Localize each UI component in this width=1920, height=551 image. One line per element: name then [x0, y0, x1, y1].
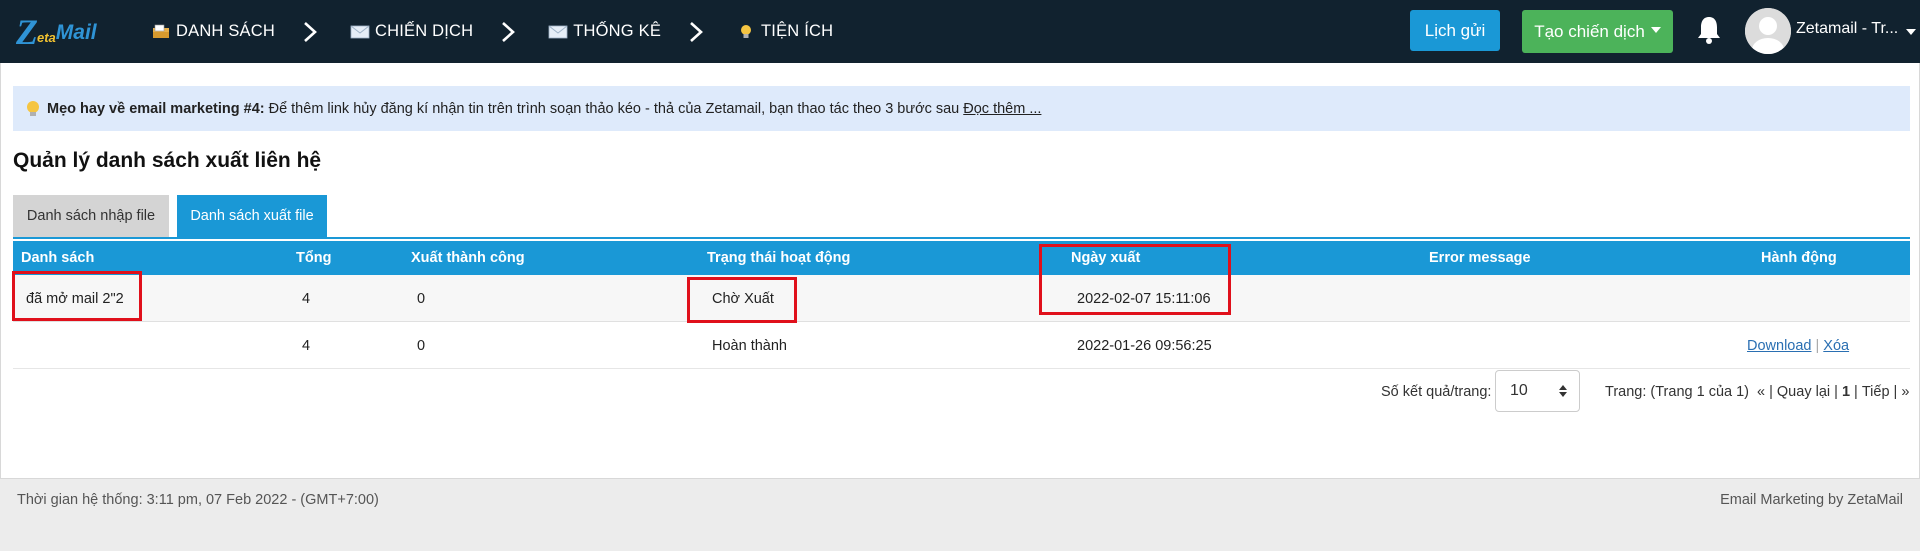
cell-success: 0 [417, 290, 426, 307]
nav-thong-ke-label: THỐNG KÊ [573, 22, 662, 40]
col-header-success: Xuất thành công [411, 250, 525, 266]
tip-text: Để thêm link hủy đăng kí nhận tin trên t… [268, 100, 960, 117]
page-title: Quản lý danh sách xuất liên hệ [13, 149, 322, 172]
list-folder-icon [153, 24, 169, 38]
schedule-button[interactable]: Lịch gửi [1410, 10, 1500, 51]
col-header-list: Danh sách [21, 250, 95, 266]
main-nav: DANH SÁCH CHIẾN DỊCH THỐNG KÊ TIỆN ÍCH [151, 0, 833, 63]
nav-thong-ke[interactable]: THỐNG KÊ [548, 22, 661, 41]
content-panel: Mẹo hay về email marketing #4: Để thêm l… [0, 63, 1920, 479]
highlight-box-list [12, 271, 142, 321]
nav-danh-sach[interactable]: DANH SÁCH [151, 22, 275, 41]
zetamail-logo[interactable]: Z eta Mail [16, 12, 97, 52]
create-campaign-label: Tạo chiến dịch [1534, 21, 1645, 41]
col-header-error: Error message [1429, 250, 1531, 266]
tab-underline [13, 237, 1910, 239]
envelope-icon [548, 25, 568, 39]
nav-chien-dich[interactable]: CHIẾN DỊCH [350, 22, 473, 41]
first-page-link[interactable]: « [1757, 384, 1765, 400]
col-header-action: Hành động [1761, 250, 1837, 266]
per-page-label: Số kết quả/trang: [1381, 384, 1492, 400]
logo-z: Z [16, 12, 38, 52]
lightbulb-icon [27, 100, 39, 116]
username-label: Zetamail - Tr... [1796, 20, 1899, 37]
per-page-select[interactable]: 10 [1495, 370, 1580, 412]
cell-status: Hoàn thành [712, 337, 787, 354]
table-header: Danh sách Tổng Xuất thành công Trạng thá… [13, 241, 1910, 275]
nav-chien-dich-label: CHIẾN DỊCH [374, 22, 474, 40]
highlight-box-status [687, 277, 797, 323]
nav-tien-ich[interactable]: TIỆN ÍCH [736, 22, 833, 41]
col-header-total: Tổng [296, 250, 332, 266]
footer-credit: Email Marketing by ZetaMail [1720, 492, 1903, 508]
sort-arrows-icon [1559, 385, 1567, 397]
table-row: 4 0 Hoàn thành 2022-01-26 09:56:25 Downl… [13, 322, 1910, 369]
cell-success: 0 [417, 337, 426, 354]
system-time: Thời gian hệ thống: 3:11 pm, 07 Feb 2022… [17, 492, 379, 508]
avatar[interactable] [1745, 8, 1791, 54]
highlight-box-date [1039, 244, 1231, 315]
chevron-right-icon [292, 0, 328, 63]
tip-read-more-link[interactable]: Đọc thêm ... [963, 101, 1041, 117]
chevron-right-icon [678, 0, 714, 63]
caret-down-icon [1650, 26, 1661, 33]
tip-banner: Mẹo hay về email marketing #4: Để thêm l… [13, 86, 1910, 131]
create-campaign-button[interactable]: Tạo chiến dịch [1522, 10, 1673, 53]
next-page-link[interactable]: Tiếp [1862, 384, 1890, 400]
cell-total: 4 [302, 290, 311, 307]
tab-bar: Danh sách nhập file Danh sách xuất file [13, 195, 327, 237]
nav-danh-sach-label: DANH SÁCH [176, 22, 275, 40]
logo-eta: eta [37, 29, 56, 45]
bell-icon[interactable] [1694, 14, 1724, 46]
page-info: Trang: (Trang 1 của 1) [1605, 384, 1749, 400]
user-menu[interactable]: Zetamail - Tr... [1796, 20, 1917, 38]
envelope-icon [350, 25, 370, 39]
tab-import-list[interactable]: Danh sách nhập file [13, 195, 169, 237]
current-page: 1 [1841, 384, 1851, 400]
delete-link[interactable]: Xóa [1823, 338, 1849, 354]
caret-down-icon [1906, 29, 1917, 35]
col-header-status: Trạng thái hoạt động [707, 250, 851, 266]
logo-mail: Mail [55, 21, 97, 44]
cell-actions: Download | Xóa [1747, 322, 1849, 369]
cell-total: 4 [302, 337, 311, 354]
last-page-link[interactable]: » [1901, 384, 1909, 400]
chevron-right-icon [490, 0, 526, 63]
download-link[interactable]: Download [1747, 338, 1812, 354]
action-separator: | [1815, 337, 1820, 354]
cell-date: 2022-01-26 09:56:25 [1077, 337, 1212, 354]
prev-page-link[interactable]: Quay lại [1777, 384, 1830, 400]
per-page-value: 10 [1510, 382, 1528, 399]
lightbulb-icon [741, 25, 752, 38]
tip-title: Mẹo hay về email marketing #4: [47, 100, 265, 117]
user-silhouette-icon [1745, 8, 1791, 54]
top-navbar: Z eta Mail DANH SÁCH CHIẾN DỊCH THỐNG KÊ… [0, 0, 1920, 63]
tab-export-list[interactable]: Danh sách xuất file [177, 195, 327, 237]
pagination-nav: « | Quay lại | 1 | Tiếp | » [1757, 384, 1910, 400]
table-row: đã mở mail 2"2 4 0 Chờ Xuất 2022-02-07 1… [13, 275, 1910, 322]
nav-tien-ich-label: TIỆN ÍCH [761, 22, 834, 40]
